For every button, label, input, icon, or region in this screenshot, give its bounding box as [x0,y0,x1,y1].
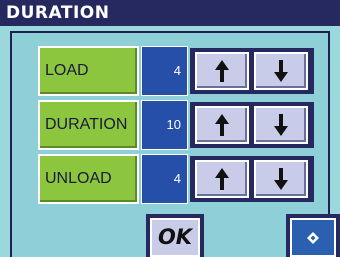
nav-button[interactable] [290,218,336,257]
window-title: DURATION [0,0,340,26]
load-adjust-buttons [190,48,314,94]
load-value: 4 [141,46,188,96]
duration-value: 10 [141,100,188,150]
unload-adjust-buttons [190,156,314,202]
duration-label: DURATION [38,100,139,150]
unload-decrease-button[interactable] [254,160,308,198]
ok-button[interactable]: OK [150,218,200,257]
unload-label: UNLOAD [38,154,139,204]
unload-value: 4 [141,154,188,204]
arrow-down-icon [274,60,288,82]
diamond-nav-icon [307,231,319,244]
ok-button-frame: OK [146,214,204,257]
load-increase-button[interactable] [195,52,249,90]
duration-increase-button[interactable] [195,106,249,144]
arrow-down-icon [274,114,288,136]
nav-button-frame [286,214,340,257]
arrow-up-icon [215,168,229,190]
load-decrease-button[interactable] [254,52,308,90]
arrow-up-icon [215,114,229,136]
arrow-down-icon [274,168,288,190]
duration-adjust-buttons [190,102,314,148]
unload-increase-button[interactable] [195,160,249,198]
arrow-up-icon [215,60,229,82]
load-label: LOAD [38,46,139,96]
duration-decrease-button[interactable] [254,106,308,144]
